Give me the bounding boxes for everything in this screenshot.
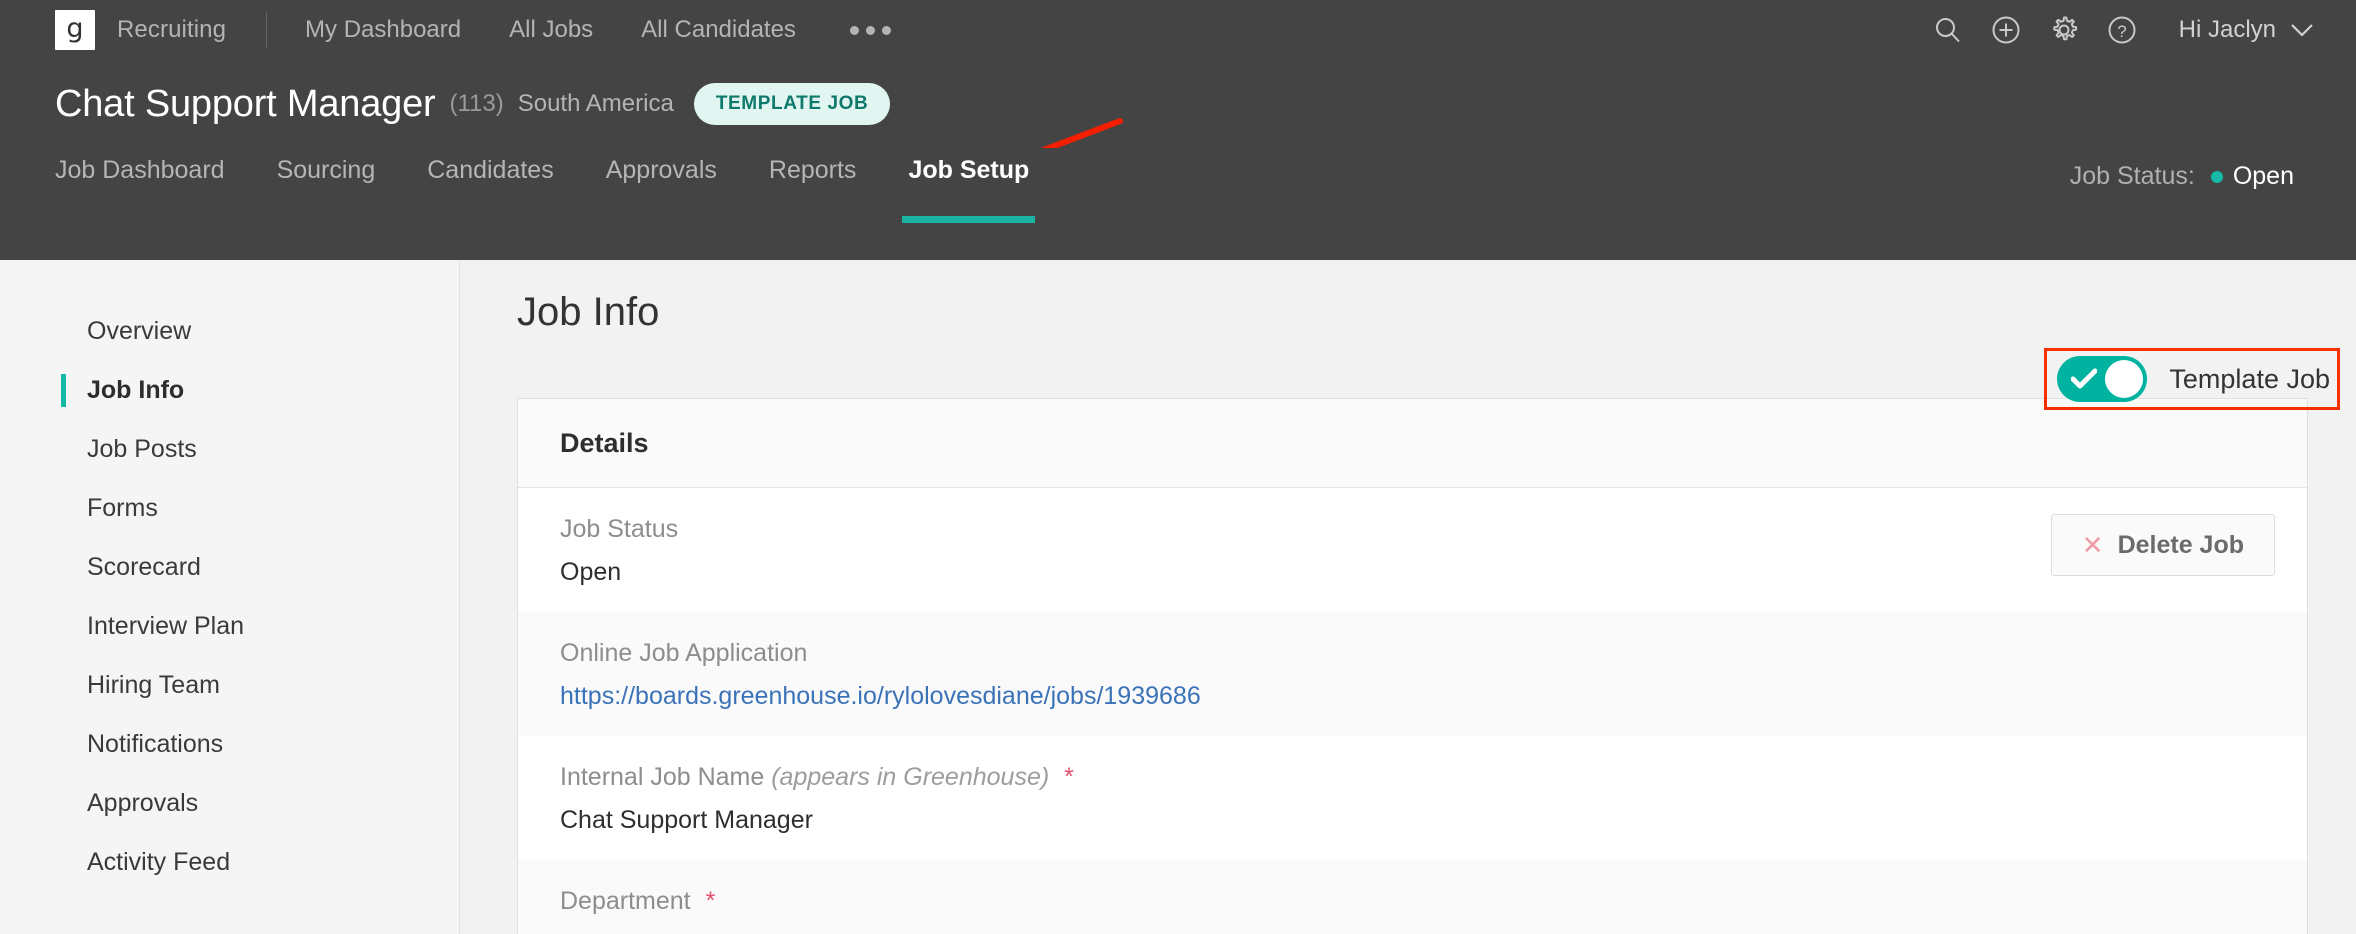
tab-job-setup[interactable]: Job Setup: [902, 148, 1036, 223]
page-job-title: Chat Support Manager: [55, 82, 436, 125]
close-icon: ✕: [2081, 530, 2104, 560]
template-job-toggle-label: Template Job: [2169, 363, 2330, 394]
field-row-department: Department *: [518, 860, 2307, 934]
sidebar-item-label: Forms: [87, 494, 158, 522]
top-navigation-bar: g Recruiting My Dashboard All Jobs All C…: [0, 0, 2356, 60]
checkmark-icon: [2070, 368, 2098, 390]
content-header: Job Info Template Job: [460, 260, 2356, 410]
sidebar-item-label: Notifications: [87, 730, 224, 758]
sidebar-item-job-posts[interactable]: Job Posts: [0, 420, 459, 479]
field-label-text: Department: [560, 887, 691, 915]
field-label-text: Internal Job Name: [560, 763, 765, 791]
job-office-label: South America: [517, 90, 674, 117]
more-menu-icon[interactable]: [849, 25, 891, 35]
sidebar-item-label: Job Info: [87, 376, 185, 404]
field-row-online-job-application: Online Job Application https://boards.gr…: [518, 612, 2307, 736]
job-setup-sidebar: Overview Job Info Job Posts Forms Scorec…: [0, 260, 460, 934]
plus-circle-icon[interactable]: [1977, 0, 2035, 60]
status-dot-icon: [2210, 170, 2223, 183]
sidebar-item-forms[interactable]: Forms: [0, 479, 459, 538]
sidebar-item-label: Scorecard: [87, 553, 201, 581]
nav-divider: [266, 12, 268, 48]
job-id-count: (113): [449, 90, 504, 117]
page-title: Job Info: [517, 290, 660, 334]
sidebar-item-interview-plan[interactable]: Interview Plan: [0, 597, 459, 656]
sidebar-item-label: Job Posts: [87, 435, 197, 463]
sidebar-item-label: Overview: [87, 317, 192, 345]
logo-glyph: g: [66, 12, 84, 44]
delete-job-button[interactable]: ✕ Delete Job: [2050, 514, 2275, 576]
job-title-bar: Chat Support Manager (113) South America…: [0, 60, 2356, 189]
job-section-tabs: Job Dashboard Sourcing Candidates Approv…: [0, 148, 2356, 260]
field-label: Job Status: [560, 515, 679, 543]
nav-link-all-candidates[interactable]: All Candidates: [641, 16, 796, 44]
user-greeting-label: Hi Jaclyn: [2178, 16, 2276, 43]
details-card: Details Job Status Open ✕ Delete Job Onl…: [517, 398, 2308, 934]
tab-sourcing[interactable]: Sourcing: [277, 148, 376, 223]
sidebar-item-scorecard[interactable]: Scorecard: [0, 538, 459, 597]
svg-text:?: ?: [2117, 22, 2126, 41]
field-row-job-status: Job Status Open ✕ Delete Job: [518, 488, 2307, 612]
search-icon[interactable]: [1919, 0, 1977, 60]
field-value: Chat Support Manager: [560, 806, 813, 834]
chevron-down-icon: [2291, 24, 2313, 37]
details-card-title: Details: [560, 427, 649, 458]
delete-job-label: Delete Job: [2117, 530, 2244, 559]
page-body: Overview Job Info Job Posts Forms Scorec…: [0, 260, 2356, 934]
sidebar-item-label: Approvals: [87, 789, 199, 817]
field-label: Internal Job Name (appears in Greenhouse…: [560, 763, 2265, 792]
details-card-header: Details: [518, 399, 2307, 488]
required-asterisk: *: [705, 887, 716, 915]
sidebar-item-job-info[interactable]: Job Info: [0, 361, 459, 420]
job-status-indicator: Job Status: Open: [2070, 162, 2294, 191]
nav-link-my-dashboard[interactable]: My Dashboard: [305, 16, 461, 44]
top-bar-actions: ? Hi Jaclyn: [1919, 0, 2314, 60]
sidebar-item-label: Hiring Team: [87, 671, 220, 699]
template-job-badge[interactable]: TEMPLATE JOB: [693, 83, 891, 125]
gear-icon[interactable]: [2035, 0, 2093, 60]
template-job-toggle[interactable]: [2057, 356, 2148, 402]
top-nav-links: My Dashboard All Jobs All Candidates: [305, 16, 891, 44]
job-status-value: Open: [2232, 162, 2294, 190]
sidebar-item-label: Interview Plan: [87, 612, 245, 640]
sidebar-item-activity-feed[interactable]: Activity Feed: [0, 833, 459, 892]
tab-approvals[interactable]: Approvals: [606, 148, 717, 223]
sidebar-item-notifications[interactable]: Notifications: [0, 715, 459, 774]
sidebar-item-overview[interactable]: Overview: [0, 302, 459, 361]
template-job-toggle-annotation: Template Job: [2044, 348, 2340, 410]
job-status-label: Job Status:: [2069, 162, 2195, 190]
sidebar-item-approvals[interactable]: Approvals: [0, 774, 459, 833]
tab-job-dashboard[interactable]: Job Dashboard: [55, 148, 225, 223]
main-content: Job Info Template Job Details Job Status…: [460, 260, 2356, 934]
toggle-knob: [2105, 360, 2144, 398]
tab-candidates[interactable]: Candidates: [427, 148, 553, 223]
sidebar-item-label: Activity Feed: [87, 848, 231, 876]
brand-label[interactable]: Recruiting: [117, 16, 226, 44]
field-label: Online Job Application: [560, 639, 808, 667]
field-label: Department *: [560, 887, 2265, 916]
sidebar-item-hiring-team[interactable]: Hiring Team: [0, 656, 459, 715]
help-circle-icon[interactable]: ?: [2093, 0, 2151, 60]
nav-link-all-jobs[interactable]: All Jobs: [509, 16, 593, 44]
user-menu[interactable]: Hi Jaclyn: [2179, 16, 2314, 44]
required-asterisk: *: [1064, 763, 1074, 791]
greenhouse-logo-icon[interactable]: g: [55, 10, 95, 50]
field-label-note: (appears in Greenhouse): [771, 763, 1050, 791]
tab-reports[interactable]: Reports: [769, 148, 857, 223]
field-row-internal-job-name: Internal Job Name (appears in Greenhouse…: [518, 736, 2307, 860]
field-value: Open: [560, 558, 622, 586]
online-job-application-link[interactable]: https://boards.greenhouse.io/rylolovesdi…: [560, 682, 2265, 711]
